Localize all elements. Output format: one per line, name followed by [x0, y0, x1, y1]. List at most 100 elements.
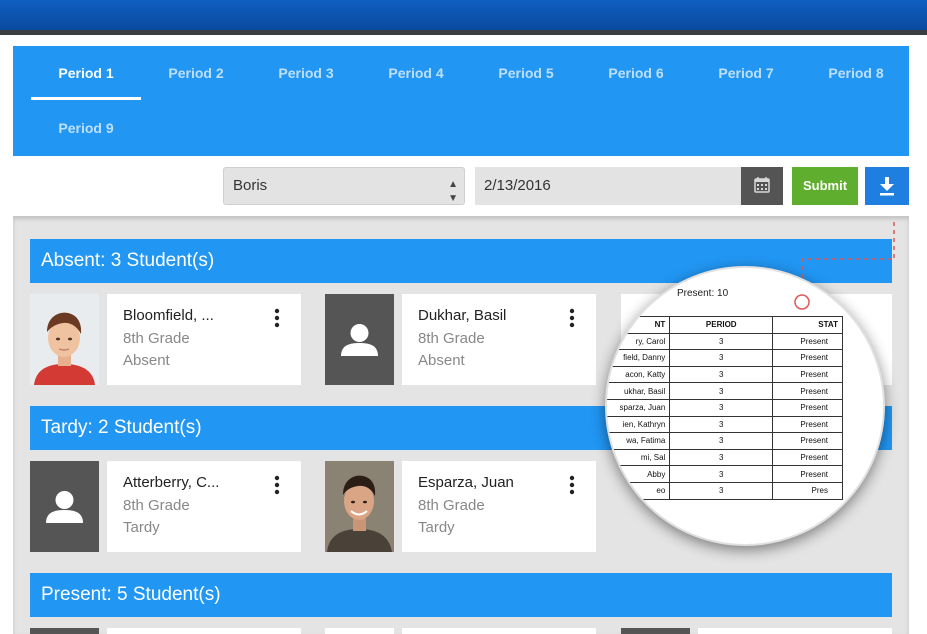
report-cell-period: 3: [669, 382, 774, 400]
student-grade: 8th Grade: [418, 497, 485, 514]
group-header-present: Present: 5 Student(s): [30, 573, 892, 617]
tab-period-9[interactable]: Period 9: [31, 101, 141, 155]
select-arrows-icon: ▲ ▼: [448, 179, 458, 204]
report-cell-student: field, Danny: [607, 349, 671, 367]
teacher-select[interactable]: Boris ▲ ▼: [223, 167, 465, 205]
student-placeholder-avatar: [325, 294, 394, 385]
download-button[interactable]: [865, 167, 909, 205]
tab-period-7[interactable]: Period 7: [691, 46, 801, 100]
attendance-controls: Boris ▲ ▼ 2/13/2016 Submit: [0, 156, 927, 218]
student-grade: 8th Grade: [418, 330, 485, 347]
report-cell-status: Present: [772, 382, 843, 400]
report-cell-period: 3: [669, 481, 774, 500]
calendar-button[interactable]: [741, 167, 783, 205]
report-cell-period: 3: [669, 398, 774, 417]
student-info-cutoff: [107, 628, 301, 634]
more-options-icon[interactable]: [565, 475, 579, 497]
student-info: Atterberry, C... 8th Grade Tardy: [107, 461, 301, 552]
tab-period-2[interactable]: Period 2: [141, 46, 251, 100]
student-status: Tardy: [418, 519, 455, 536]
tab-period-6[interactable]: Period 6: [581, 46, 691, 100]
report-cell-student: Abby: [607, 465, 671, 483]
report-cell-status: Present: [772, 332, 843, 351]
report-header-student: NT: [607, 316, 671, 334]
report-cell-student: mi, Sal: [607, 448, 671, 467]
report-cell-status: Present: [772, 365, 843, 384]
student-card[interactable]: Esparza, Juan 8th Grade Tardy: [325, 461, 596, 552]
report-cell-period: 3: [669, 432, 774, 450]
report-cell-period: 3: [669, 332, 774, 351]
teacher-select-value: Boris: [233, 177, 268, 194]
callout-circle-icon: [794, 294, 810, 310]
student-card[interactable]: Atterberry, C... 8th Grade Tardy: [30, 461, 301, 552]
student-info-cutoff: [402, 628, 596, 634]
student-status: Absent: [418, 352, 465, 369]
more-options-icon[interactable]: [565, 308, 579, 330]
student-status: Absent: [123, 352, 170, 369]
tab-period-4[interactable]: Period 4: [361, 46, 471, 100]
tab-period-1[interactable]: Period 1: [31, 46, 141, 100]
more-options-icon: [864, 311, 868, 329]
student-name: Bloomfield, ...: [123, 307, 214, 324]
report-cell-period: 3: [669, 349, 774, 367]
submit-button[interactable]: Submit: [792, 167, 858, 205]
header-divider: [0, 30, 927, 35]
report-header-period: PERIOD: [669, 316, 774, 334]
report-cell-status: Present: [772, 398, 843, 417]
student-status: Tardy: [123, 519, 160, 536]
student-placeholder-avatar: [30, 461, 99, 552]
more-options-icon[interactable]: [270, 475, 284, 497]
report-header-status: STAT: [772, 316, 843, 334]
report-cell-status: Present: [772, 349, 843, 367]
report-cell-student: eo: [607, 481, 671, 500]
student-info: Bloomfield, ... 8th Grade Absent: [107, 294, 301, 385]
student-name: Dukhar, Basil: [418, 307, 507, 324]
tab-period-5[interactable]: Period 5: [471, 46, 581, 100]
student-card[interactable]: Dukhar, Basil 8th Grade Absent: [325, 294, 596, 385]
report-table: NT PERIOD STAT ry, Carol 3 Present field, D…: [607, 316, 843, 500]
report-row: eo 3 Pres: [607, 481, 843, 500]
more-options-icon[interactable]: [270, 308, 284, 330]
user-icon: [46, 491, 83, 523]
report-cell-student: sparza, Juan: [607, 398, 671, 417]
download-icon: [880, 177, 894, 196]
report-row: ukhar, Basil 3 Present: [607, 382, 843, 400]
report-cell-student: acon, Katty: [607, 365, 671, 384]
student-grade: 8th Grade: [123, 497, 190, 514]
student-grade: 8th Grade: [123, 330, 190, 347]
report-row: mi, Sal 3 Present: [607, 448, 843, 467]
report-cell-student: ukhar, Basil: [607, 382, 671, 400]
student-card[interactable]: Bloomfield, ... 8th Grade Absent: [30, 294, 301, 385]
report-cell-student: ry, Carol: [607, 332, 671, 351]
report-cell-period: 3: [669, 415, 774, 434]
report-row: acon, Katty 3 Present: [607, 365, 843, 384]
tab-period-8[interactable]: Period 8: [801, 46, 911, 100]
report-cell-period: 3: [669, 448, 774, 467]
report-cell-student: wa, Fatima: [607, 432, 671, 450]
app-header-bar: [0, 0, 927, 30]
report-row: Abby 3 Present: [607, 465, 843, 483]
report-cell-period: 3: [669, 365, 774, 384]
student-info-cutoff: [698, 628, 892, 634]
report-cell-status: Present: [772, 448, 843, 467]
user-icon: [341, 324, 378, 356]
report-row: wa, Fatima 3 Present: [607, 432, 843, 450]
report-row: ien, Kathryn 3 Present: [607, 415, 843, 434]
student-photo: [325, 461, 394, 552]
report-row: sparza, Juan 3 Present: [607, 398, 843, 417]
calendar-icon: [754, 177, 770, 193]
student-card-cutoff[interactable]: [621, 628, 690, 634]
student-card-cutoff[interactable]: [325, 628, 394, 634]
student-name: Atterberry, C...: [123, 474, 220, 491]
student-info: Dukhar, Basil 8th Grade Absent: [402, 294, 596, 385]
report-preview-magnifier: Present: 10 NT PERIOD STAT ry, Carol 3 Pre…: [605, 266, 885, 546]
report-cell-status: Present: [772, 415, 843, 434]
report-cell-status: Present: [772, 465, 843, 483]
report-title: Present: 10: [677, 288, 729, 299]
report-cell-status: Pres: [772, 481, 843, 500]
student-name: Esparza, Juan: [418, 474, 514, 491]
date-input[interactable]: 2/13/2016: [475, 167, 741, 205]
student-card-cutoff[interactable]: [30, 628, 99, 634]
report-cell-student: ien, Kathryn: [607, 415, 671, 434]
tab-period-3[interactable]: Period 3: [251, 46, 361, 100]
